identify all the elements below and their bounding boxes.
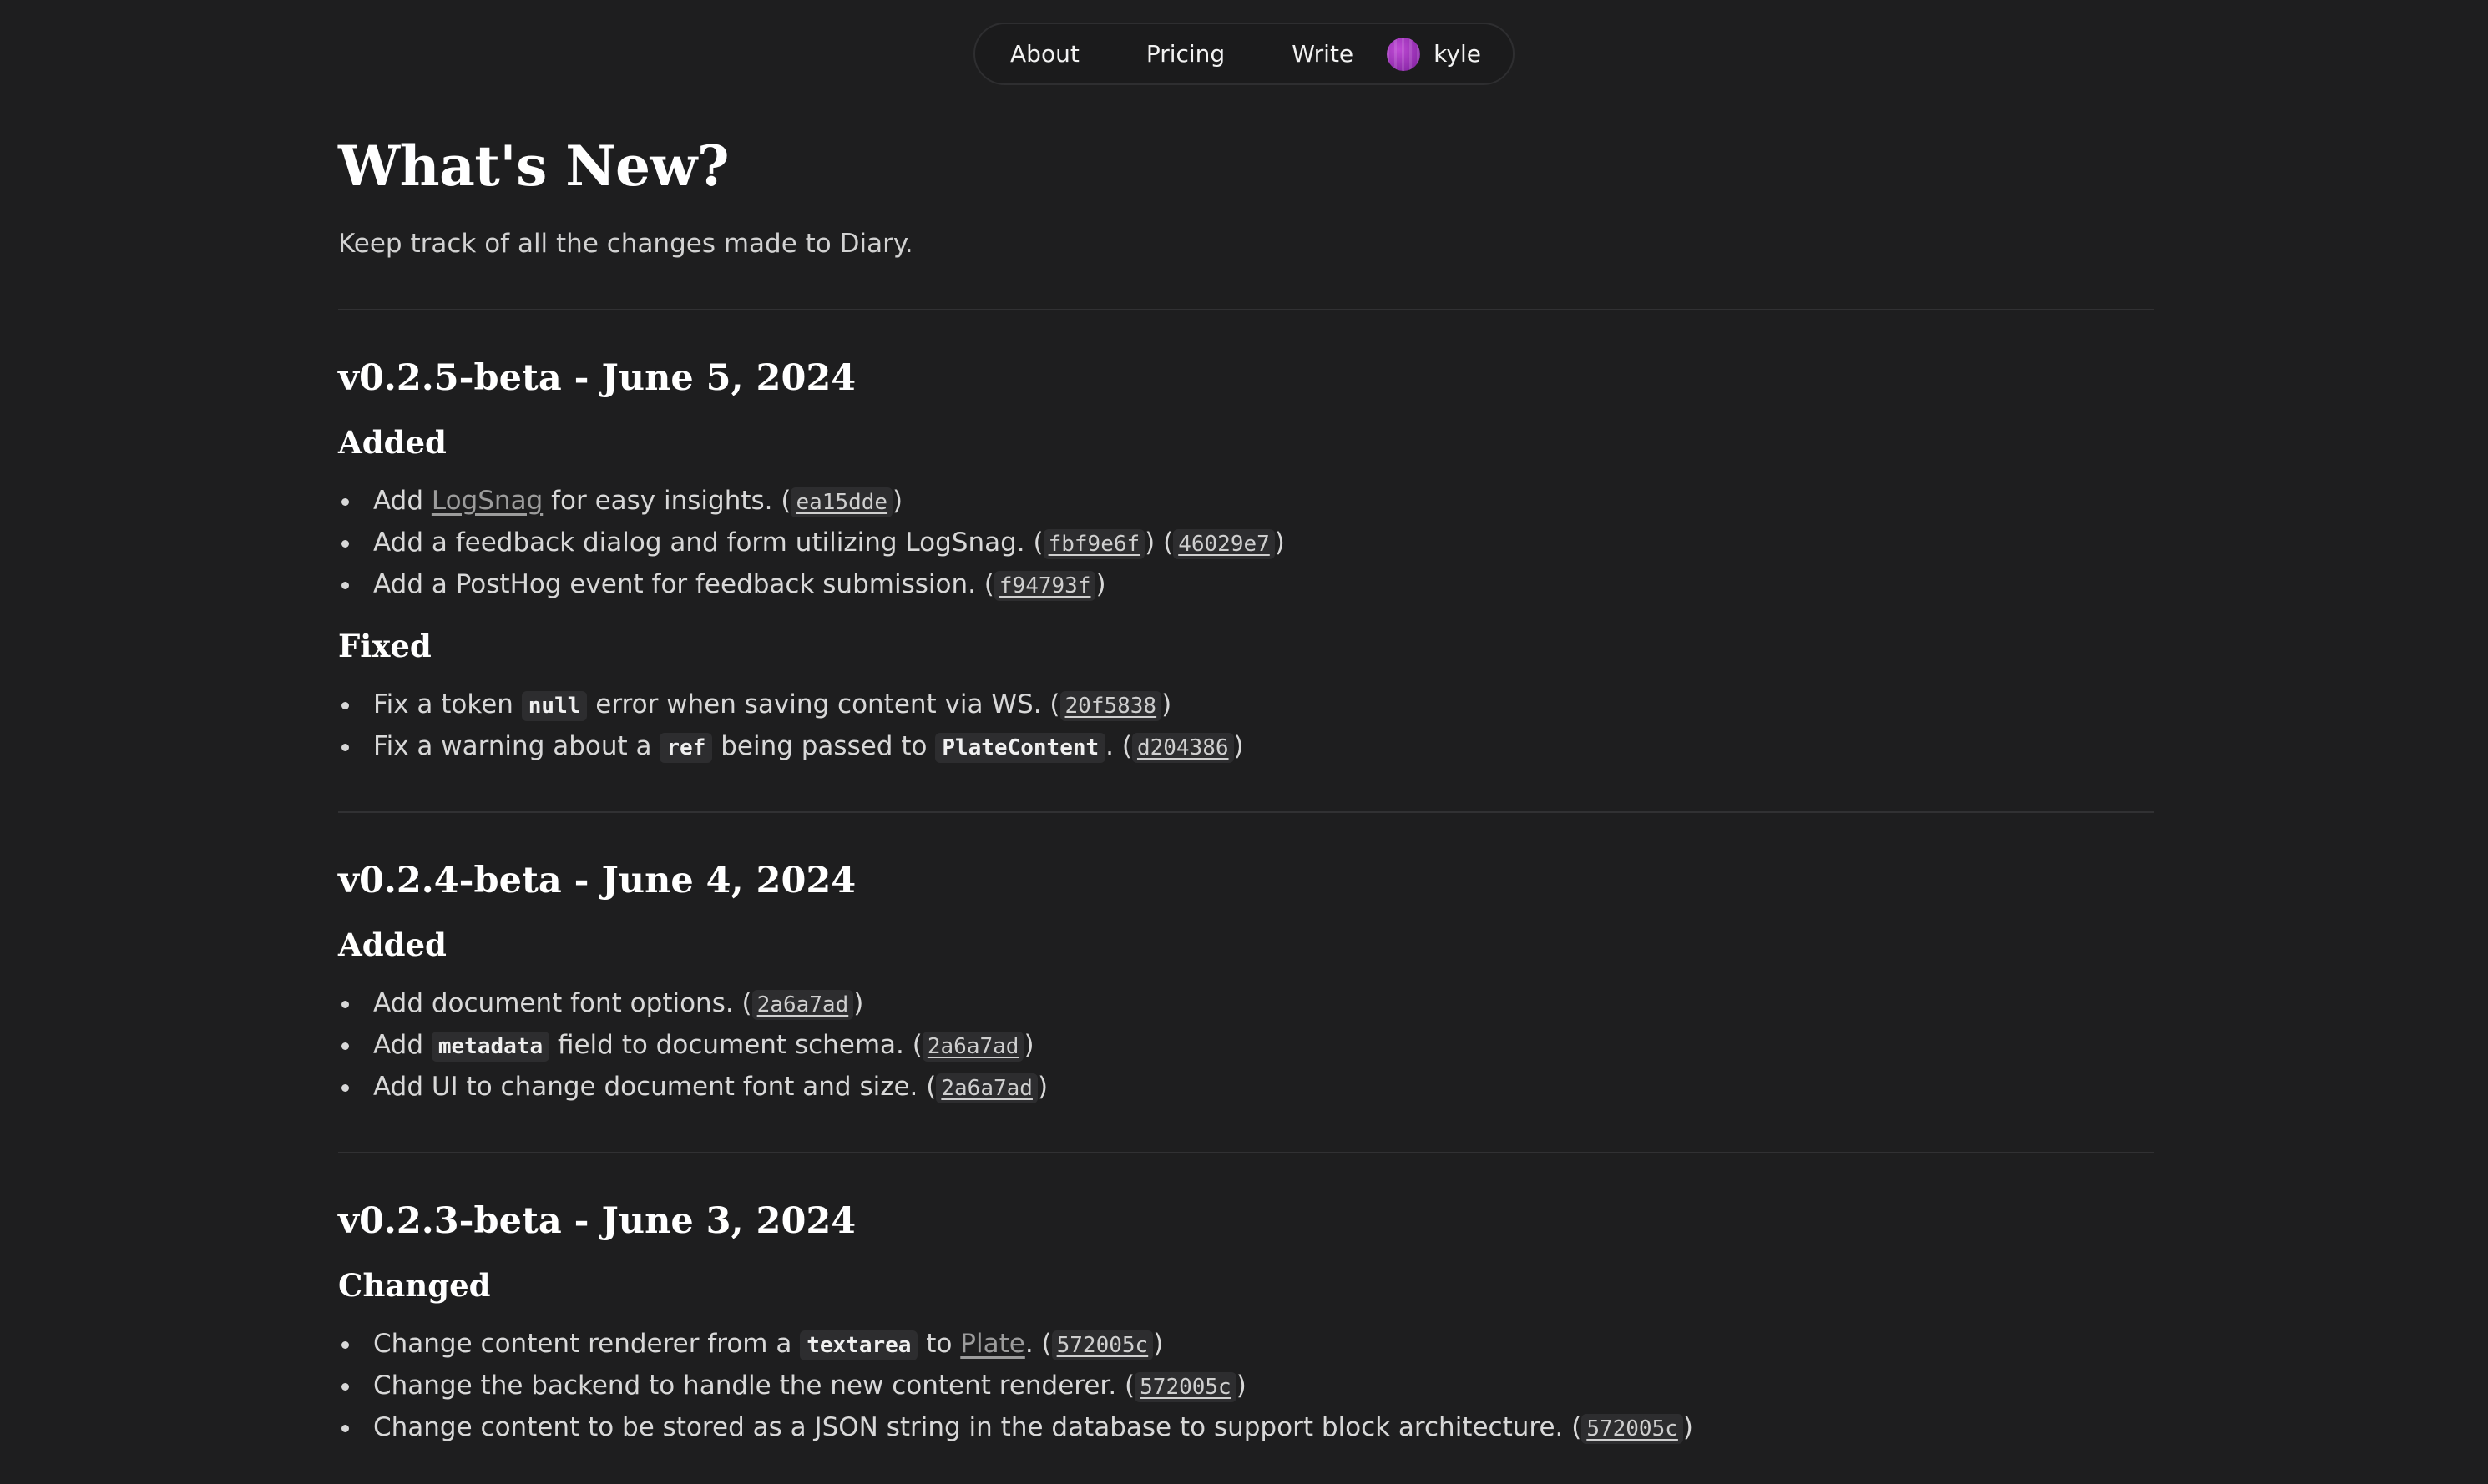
item-text: Add a feedback dialog and form utilizing… [373, 527, 1044, 558]
item-text: being passed to [712, 731, 936, 761]
item-text: ) [1233, 731, 1244, 761]
item-text: Change content renderer from a [373, 1329, 801, 1359]
item-text: error when saving content via WS. ( [587, 689, 1060, 719]
nav-write-link[interactable]: Write [1258, 40, 1387, 68]
item-text: Add [373, 1030, 432, 1060]
nav-pricing-link[interactable]: Pricing [1113, 40, 1258, 68]
item-text: ) [1274, 527, 1285, 558]
list-item: Add a feedback dialog and form utilizing… [341, 522, 2154, 564]
commit-link[interactable]: 20f5838 [1059, 691, 1162, 721]
change-list: Add document font options. (2a6a7ad) Add… [338, 983, 2154, 1108]
item-text: ) ( [1145, 527, 1174, 558]
release-v0-2-3: v0.2.3-beta - June 3, 2024 Changed Chang… [338, 1200, 2154, 1449]
item-text: Change content to be stored as a JSON st… [373, 1412, 1582, 1442]
inline-code: PlateContent [935, 733, 1106, 763]
page-subtitle: Keep track of all the changes made to Di… [338, 229, 913, 259]
logsnag-link[interactable]: LogSnag [432, 486, 543, 516]
item-text: Change the backend to handle the new con… [373, 1370, 1135, 1401]
release-v0-2-4: v0.2.4-beta - June 4, 2024 Added Add doc… [338, 860, 2154, 1108]
user-menu[interactable]: kyle [1387, 37, 1481, 71]
commit-link[interactable]: 2a6a7ad [922, 1032, 1024, 1062]
commit-link[interactable]: 2a6a7ad [751, 990, 854, 1020]
release-heading: v0.2.4-beta - June 4, 2024 [338, 860, 857, 901]
section-changed: Changed [338, 1267, 491, 1304]
item-text: ) [1024, 1030, 1034, 1060]
item-text: Fix a token [373, 689, 522, 719]
item-text: Add UI to change document font and size.… [373, 1072, 937, 1102]
section-added: Added [338, 926, 447, 963]
list-item: Add LogSnag for easy insights. (ea15dde) [341, 481, 2154, 522]
list-item: Fix a token null error when saving conte… [341, 684, 2154, 726]
inline-code: metadata [431, 1032, 550, 1062]
commit-link[interactable]: 2a6a7ad [936, 1073, 1038, 1103]
list-item: Change the backend to handle the new con… [341, 1365, 2154, 1407]
commit-link[interactable]: d204386 [1131, 733, 1234, 763]
item-text: ) [1153, 1329, 1164, 1359]
top-nav: About Pricing Write kyle [973, 23, 1515, 85]
item-text: . ( [1024, 1329, 1052, 1359]
item-text: Fix a warning about a [373, 731, 660, 761]
inline-code: textarea [800, 1330, 918, 1360]
divider [338, 309, 2154, 310]
list-item: Add metadata field to document schema. (… [341, 1025, 2154, 1067]
item-text: to [918, 1329, 961, 1359]
item-text: ) [1037, 1072, 1049, 1102]
commit-link[interactable]: fbf9e6f [1043, 529, 1145, 559]
release-heading: v0.2.3-beta - June 3, 2024 [338, 1200, 857, 1242]
list-item: Change content renderer from a textarea … [341, 1324, 2154, 1365]
item-text: . ( [1105, 731, 1132, 761]
item-text: Add [373, 486, 432, 516]
inline-code: null [521, 691, 588, 721]
item-text: for easy insights. ( [543, 486, 791, 516]
release-v0-2-5: v0.2.5-beta - June 5, 2024 Added Add Log… [338, 357, 2154, 768]
commit-link[interactable]: 572005c [1051, 1330, 1154, 1360]
item-text: ) [1682, 1412, 1693, 1442]
nav-about-link[interactable]: About [1010, 40, 1113, 68]
item-text: Add a PostHog event for feedback submiss… [373, 569, 994, 599]
top-nav-wrapper: About Pricing Write kyle [0, 23, 2488, 85]
release-heading: v0.2.5-beta - June 5, 2024 [338, 357, 857, 399]
commit-link[interactable]: 572005c [1581, 1414, 1683, 1444]
list-item: Add document font options. (2a6a7ad) [341, 983, 2154, 1025]
item-text: ) [893, 486, 903, 516]
commit-link[interactable]: 46029e7 [1173, 529, 1275, 559]
avatar [1387, 37, 1421, 71]
inline-code: ref [660, 733, 713, 763]
item-text: ) [1236, 1370, 1247, 1401]
username: kyle [1434, 40, 1481, 68]
divider [338, 811, 2154, 813]
change-list: Change content renderer from a textarea … [338, 1324, 2154, 1449]
item-text: field to document schema. ( [549, 1030, 923, 1060]
list-item: Change content to be stored as a JSON st… [341, 1407, 2154, 1449]
list-item: Add a PostHog event for feedback submiss… [341, 564, 2154, 606]
commit-link[interactable]: 572005c [1135, 1372, 1236, 1402]
item-text: Add document font options. ( [373, 988, 752, 1018]
item-text: ) [853, 988, 864, 1018]
changelog-content: What's New? Keep track of all the change… [338, 134, 2154, 1449]
item-text: ) [1161, 689, 1172, 719]
page-title: What's New? [338, 134, 730, 199]
item-text: ) [1095, 569, 1106, 599]
plate-link[interactable]: Plate [960, 1329, 1025, 1359]
divider [338, 1152, 2154, 1153]
commit-link[interactable]: ea15dde [791, 487, 893, 517]
commit-link[interactable]: f94793f [994, 571, 1096, 601]
list-item: Add UI to change document font and size.… [341, 1067, 2154, 1108]
change-list: Fix a token null error when saving conte… [338, 684, 2154, 768]
list-item: Fix a warning about a ref being passed t… [341, 726, 2154, 768]
change-list: Add LogSnag for easy insights. (ea15dde)… [338, 481, 2154, 606]
section-fixed: Fixed [338, 628, 432, 664]
section-added: Added [338, 424, 447, 461]
